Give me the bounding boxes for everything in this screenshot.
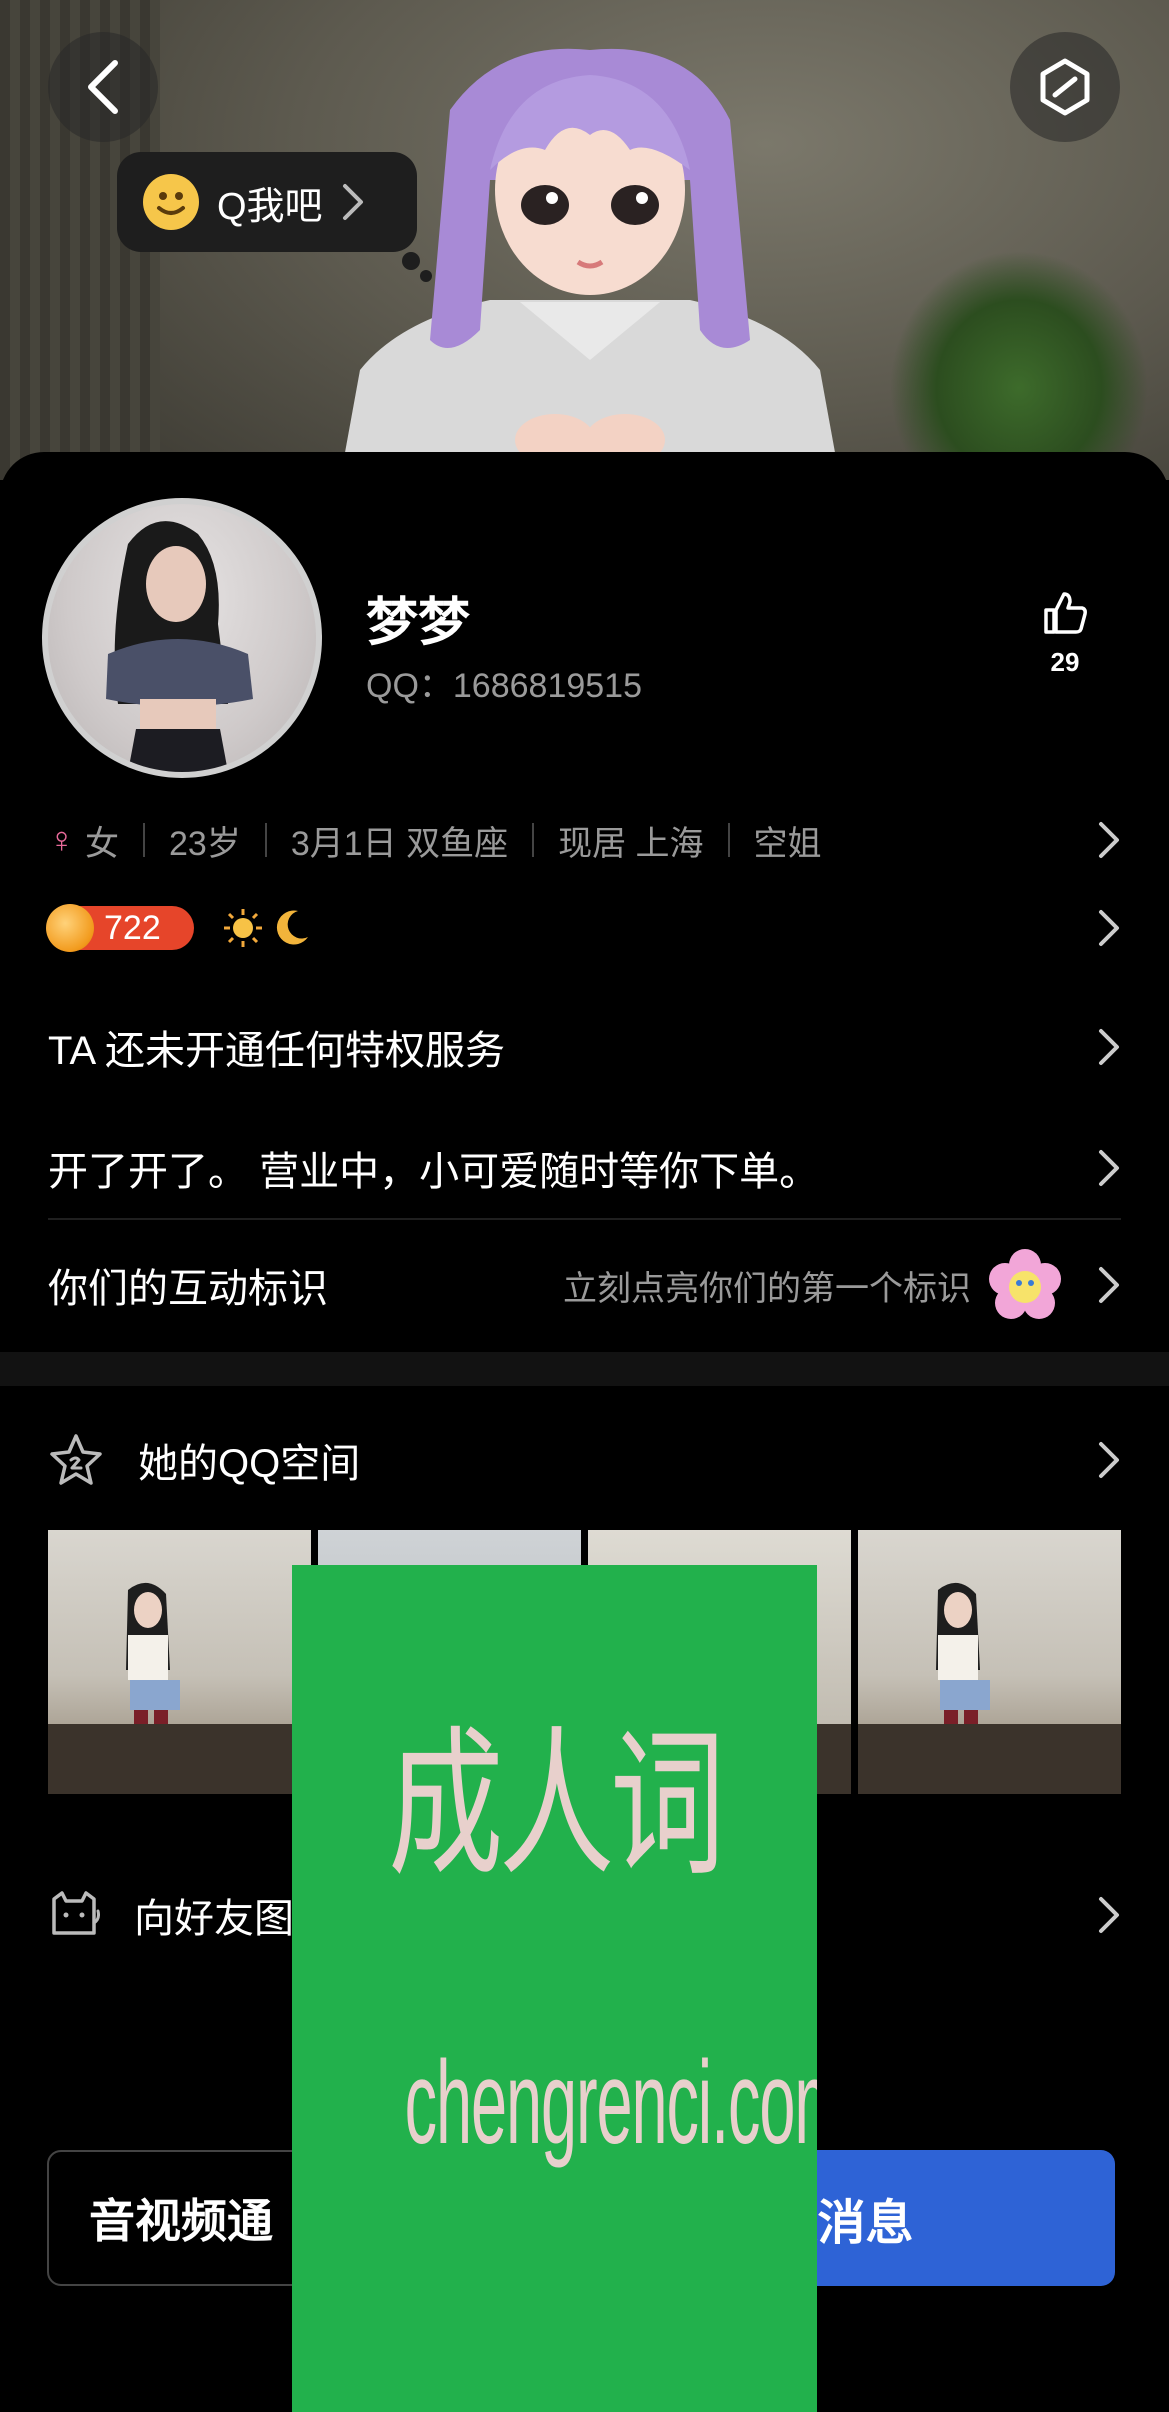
qzone-row[interactable]: 她的QQ空间 xyxy=(48,1425,1121,1495)
more-settings-button[interactable] xyxy=(1010,32,1120,142)
star-icon xyxy=(50,1434,102,1485)
photo-desk xyxy=(858,1724,1121,1794)
recommend-friend-label: 向好友图 xyxy=(134,1897,294,1941)
profile-cover: Q我吧 xyxy=(0,0,1169,480)
age-text: 23岁 xyxy=(169,824,241,863)
sun-icon xyxy=(224,909,262,947)
chevron-right-icon xyxy=(1099,1897,1119,1933)
profile-avatar[interactable] xyxy=(42,498,322,778)
location-text: 现居 上海 xyxy=(558,824,704,863)
interaction-mark-hint: 立刻点亮你们的第一个标识 xyxy=(563,1269,971,1308)
chevron-right-icon xyxy=(1099,1150,1119,1186)
bubble-tail-dot xyxy=(420,270,432,282)
chevron-right-icon xyxy=(1099,910,1119,946)
avatar-photo xyxy=(106,521,253,772)
hexagon-settings-icon xyxy=(1040,58,1090,116)
like-count: 29 xyxy=(1050,647,1080,677)
q-me-label: Q我吧 xyxy=(217,185,323,228)
smile-face-icon xyxy=(143,174,199,230)
separator xyxy=(264,823,267,857)
qq-number: QQ：1686819515 xyxy=(366,667,642,705)
chevron-right-icon xyxy=(1099,1442,1119,1478)
divider xyxy=(48,1218,1121,1220)
bubble-tail-dot xyxy=(402,252,420,270)
photo-desk xyxy=(48,1724,311,1794)
privilege-text: TA 还未开通任何特权服务 xyxy=(48,1029,506,1073)
signature-text: 开了开了。 营业中，小可爱随时等你下单。 xyxy=(48,1150,820,1194)
level-row[interactable]: 722 xyxy=(46,898,1121,958)
thumbs-up-icon xyxy=(1044,592,1087,634)
crown-coin-icon xyxy=(46,904,94,952)
q-me-bubble[interactable]: Q我吧 xyxy=(117,152,417,252)
interaction-mark-label: 你们的互动标识 xyxy=(48,1267,328,1311)
basic-info-row[interactable]: ♀ 女 23岁 3月1日 双鱼座 现居 上海 空姐 xyxy=(48,810,1121,870)
chevron-right-icon xyxy=(1099,1267,1119,1303)
job-text: 空姐 xyxy=(753,824,822,863)
birthday-text: 3月1日 双鱼座 xyxy=(290,824,509,863)
profile-name: 梦梦 xyxy=(366,594,471,652)
level-number: 722 xyxy=(104,908,161,947)
back-button[interactable] xyxy=(48,32,158,142)
qzone-label: 她的QQ空间 xyxy=(138,1442,361,1486)
privilege-row[interactable]: TA 还未开通任何特权服务 xyxy=(48,1012,1121,1082)
like-button[interactable]: 29 xyxy=(1030,590,1100,678)
interaction-mark-row[interactable]: 你们的互动标识 立刻点亮你们的第一个标识 xyxy=(48,1249,1121,1320)
separator xyxy=(143,823,145,857)
separator xyxy=(532,823,535,857)
gender-text: 女 xyxy=(85,824,119,863)
chevron-right-icon xyxy=(1099,1029,1119,1065)
chevron-left-icon xyxy=(88,60,118,114)
female-icon: ♀ xyxy=(48,819,75,860)
watermark-cn-text: 成人词 xyxy=(388,1711,725,1898)
watermark-en-text: chengrenci.com xyxy=(404,2037,817,2169)
moon-icon xyxy=(276,910,308,945)
separator xyxy=(727,823,730,857)
qzone-photo[interactable] xyxy=(48,1530,311,1794)
section-separator xyxy=(0,1352,1169,1386)
flower-mark-icon xyxy=(989,1249,1061,1319)
qq-level-badge: 722 xyxy=(46,904,194,952)
watermark-overlay: 成人词 chengrenci.com xyxy=(292,1565,817,2412)
qzone-photo[interactable] xyxy=(858,1530,1121,1794)
cat-icon xyxy=(52,1891,100,1935)
cover-plant xyxy=(889,250,1149,480)
chevron-right-icon xyxy=(1099,822,1119,858)
chevron-right-icon xyxy=(342,184,363,220)
signature-row[interactable]: 开了开了。 营业中，小可爱随时等你下单。 xyxy=(48,1133,1121,1203)
